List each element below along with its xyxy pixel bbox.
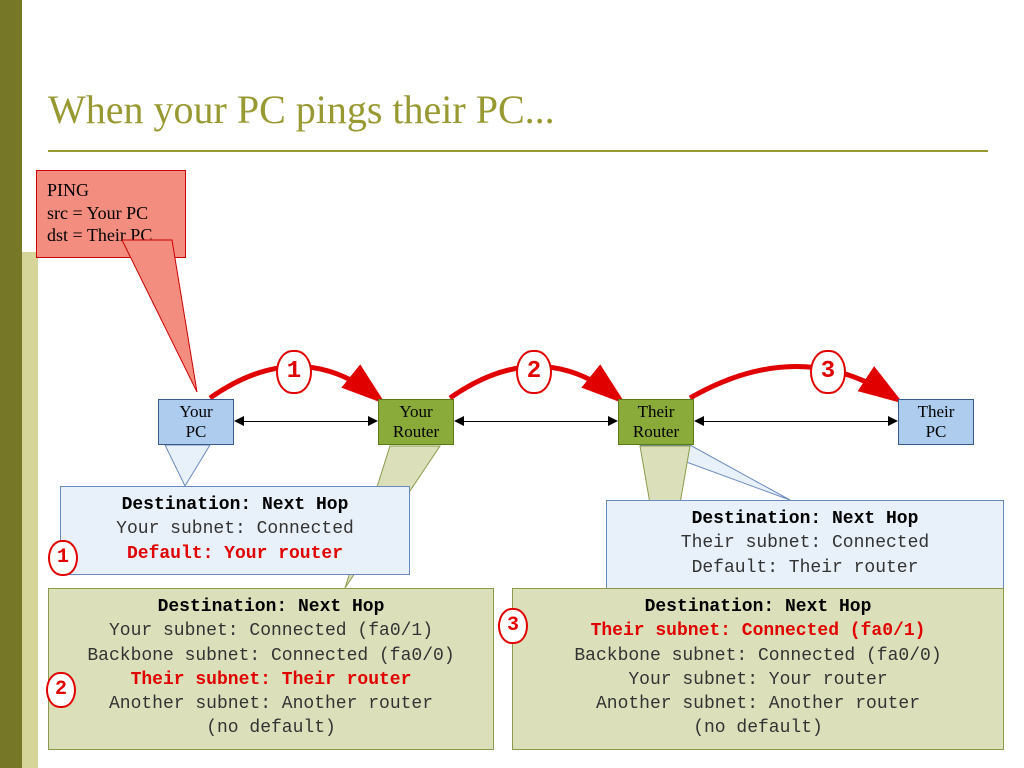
table-your-pc: Destination: Next Hop Your subnet: Conne… [60,486,410,575]
callout-line: dst = Their PC [47,224,175,247]
table-their-router: Destination: Next Hop Their subnet: Conn… [512,588,1004,750]
node-your-router: Your Router [378,399,454,445]
arrow-left-icon [694,416,704,426]
table-your-router: Destination: Next Hop Your subnet: Conne… [48,588,494,750]
table-row: Your subnet: Connected [69,517,401,541]
table-header: Destination: Next Hop [69,493,401,517]
table-row: Your subnet: Connected (fa0/1) [57,619,485,643]
table-row: Another subnet: Another router [57,692,485,716]
callout-line: src = Your PC [47,202,175,225]
table-row: Backbone subnet: Connected (fa0/0) [521,644,995,668]
node-their-router: Their Router [618,399,694,445]
link [464,421,608,422]
table-their-pc: Destination: Next Hop Their subnet: Conn… [606,500,1004,589]
arrow-right-icon [608,416,618,426]
hop-badge: 2 [516,350,552,394]
title-underline [48,150,988,152]
sidebar-accent-dark [0,0,22,768]
table-row-active: Default: Your router [69,542,401,566]
hop-badge: 3 [810,350,846,394]
node-label: Your Router [393,402,439,441]
table-header: Destination: Next Hop [57,595,485,619]
slide-title: When your PC pings their PC... [48,86,555,133]
node-label: Your PC [179,402,212,441]
hop-badge: 1 [276,350,312,394]
table-header: Destination: Next Hop [521,595,995,619]
link [244,421,368,422]
arrow-left-icon [454,416,464,426]
table-row: (no default) [57,716,485,740]
callout-line: PING [47,179,175,202]
table-header: Destination: Next Hop [615,507,995,531]
table-row-active: Their subnet: Their router [57,668,485,692]
step-badge: 2 [46,672,76,708]
node-your-pc: Your PC [158,399,234,445]
table-row: Their subnet: Connected [615,531,995,555]
arrow-left-icon [234,416,244,426]
table-row: Default: Their router [615,556,995,580]
arrow-right-icon [888,416,898,426]
ping-callout: PING src = Your PC dst = Their PC [36,170,186,258]
step-badge: 3 [498,608,528,644]
slide: When your PC pings their PC... PING src … [0,0,1024,768]
table-row-active: Their subnet: Connected (fa0/1) [521,619,995,643]
table-row: (no default) [521,716,995,740]
node-label: Their Router [633,402,679,441]
link [704,421,888,422]
arrow-right-icon [368,416,378,426]
node-label: Their PC [918,402,955,441]
node-their-pc: Their PC [898,399,974,445]
table-row: Another subnet: Another router [521,692,995,716]
table-row: Backbone subnet: Connected (fa0/0) [57,644,485,668]
table-row: Your subnet: Your router [521,668,995,692]
step-badge: 1 [48,540,78,576]
